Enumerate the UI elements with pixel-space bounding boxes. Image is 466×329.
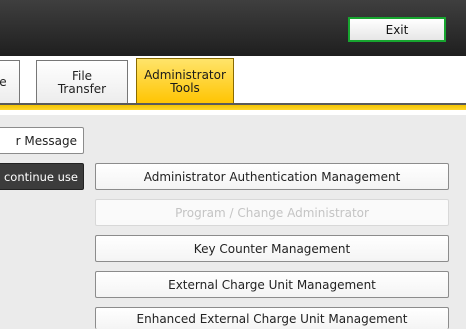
- tab-file-transfer-label-line2: Transfer: [57, 81, 107, 96]
- tab-administrator-tools-label-line1: Administrator: [144, 67, 226, 82]
- tab-partial-label: e: [0, 75, 7, 89]
- admin-authentication-management-button[interactable]: Administrator Authentication Management: [95, 163, 449, 190]
- exit-button[interactable]: Exit: [348, 17, 446, 42]
- side-continue-use-button[interactable]: continue use: [0, 163, 84, 190]
- tab-administrator-tools[interactable]: Administrator Tools: [136, 58, 234, 104]
- title-bar: Exit: [0, 0, 466, 56]
- program-change-administrator-button: Program / Change Administrator: [95, 199, 449, 226]
- side-message-button[interactable]: r Message: [0, 127, 84, 154]
- tab-partial[interactable]: e: [0, 60, 20, 104]
- tab-file-transfer-label-line1: File: [71, 68, 93, 83]
- key-counter-management-button[interactable]: Key Counter Management: [95, 235, 449, 262]
- selected-tab-band: [0, 105, 466, 110]
- external-charge-unit-management-button[interactable]: External Charge Unit Management: [95, 271, 449, 298]
- enhanced-external-charge-unit-management-button[interactable]: Enhanced External Charge Unit Management: [95, 307, 449, 329]
- tab-strip: e File Transfer Administrator Tools: [0, 56, 466, 115]
- tab-administrator-tools-label-line2: Tools: [170, 80, 200, 95]
- tab-file-transfer[interactable]: File Transfer: [36, 60, 128, 104]
